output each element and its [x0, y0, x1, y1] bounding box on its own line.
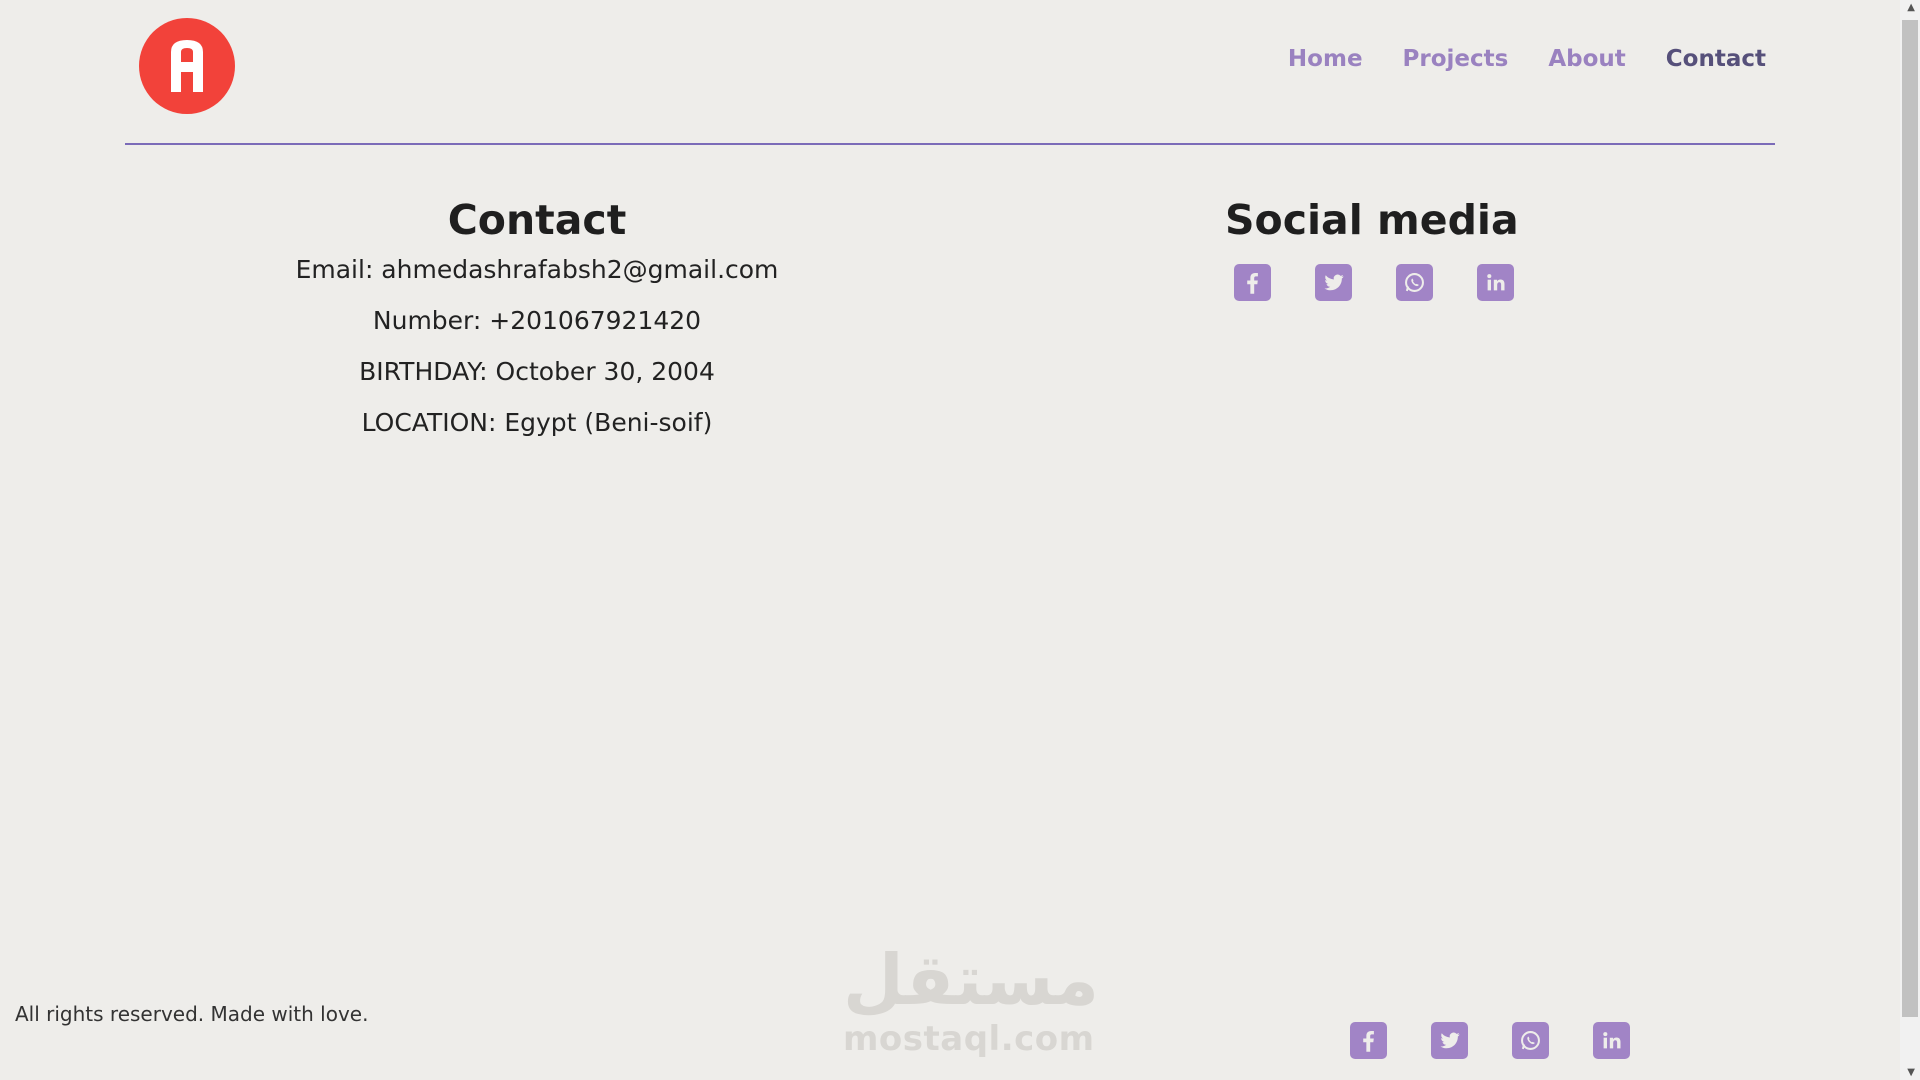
social-icons [1234, 264, 1519, 301]
contact-email: Email: ahmedashrafabsh2@gmail.com [295, 255, 779, 284]
whatsapp-icon[interactable] [1396, 264, 1433, 301]
scroll-thumb[interactable] [1902, 20, 1918, 1017]
nav-home[interactable]: Home [1288, 46, 1363, 72]
social-title: Social media [1225, 196, 1519, 244]
nav-contact[interactable]: Contact [1666, 46, 1766, 72]
social-section: Social media [1225, 196, 1519, 301]
contact-location: LOCATION: Egypt (Beni-soif) [361, 408, 713, 437]
footer-copyright: All rights reserved. Made with love. [15, 1002, 369, 1026]
vertical-scrollbar[interactable]: ▲ ▼ [1900, 0, 1920, 1080]
footer-social-icons [1350, 1022, 1630, 1059]
twitter-icon[interactable] [1431, 1022, 1468, 1059]
logo[interactable] [139, 18, 235, 114]
watermark-arabic: مستقل [843, 939, 1100, 1021]
scroll-up-icon[interactable]: ▲ [1907, 2, 1915, 13]
main-nav: Home Projects About Contact [1248, 46, 1766, 72]
facebook-icon[interactable] [1234, 264, 1271, 301]
twitter-icon[interactable] [1315, 264, 1352, 301]
contact-birthday: BIRTHDAY: October 30, 2004 [359, 357, 715, 386]
header-divider [125, 143, 1775, 145]
whatsapp-icon[interactable] [1512, 1022, 1549, 1059]
nav-projects[interactable]: Projects [1403, 46, 1509, 72]
linkedin-icon[interactable] [1593, 1022, 1630, 1059]
logo-letter-icon [171, 40, 203, 92]
contact-number: Number: +201067921420 [372, 306, 702, 335]
contact-title: Contact [447, 196, 627, 244]
scroll-down-icon[interactable]: ▼ [1907, 1067, 1915, 1078]
facebook-icon[interactable] [1350, 1022, 1387, 1059]
mostaql-watermark: مستقل mostaql.com [843, 939, 1100, 1059]
linkedin-icon[interactable] [1477, 264, 1514, 301]
nav-about[interactable]: About [1548, 46, 1625, 72]
watermark-latin: mostaql.com [843, 1019, 1095, 1059]
contact-section: Contact Email: ahmedashrafabsh2@gmail.co… [237, 196, 837, 448]
